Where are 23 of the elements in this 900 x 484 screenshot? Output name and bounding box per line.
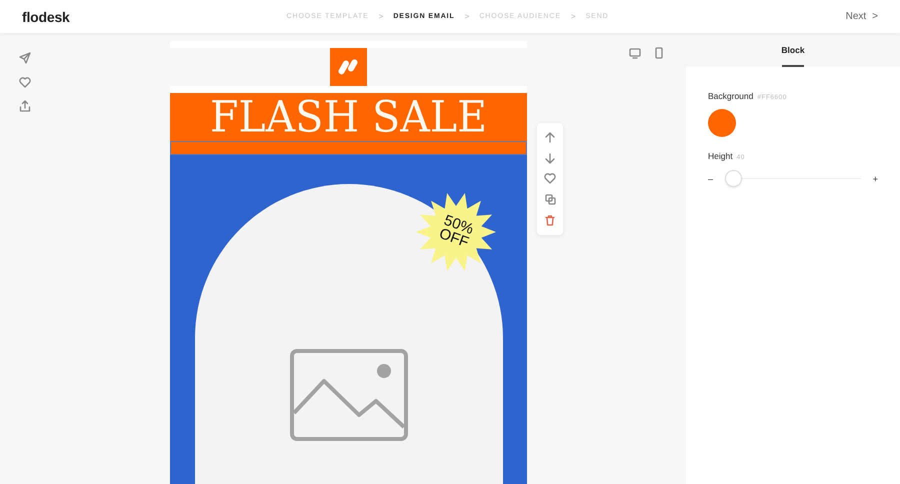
slider-thumb[interactable] xyxy=(725,170,742,187)
block-tab[interactable]: Block xyxy=(782,45,804,67)
image-placeholder-icon xyxy=(290,348,408,441)
arrow-down-icon[interactable] xyxy=(543,151,557,166)
copy-icon[interactable] xyxy=(543,192,557,207)
height-label: Height xyxy=(708,151,733,161)
headline: FLASH SALE xyxy=(210,92,487,143)
heart-icon[interactable] xyxy=(18,75,32,89)
decrease-button[interactable]: – xyxy=(708,174,714,184)
step-separator: > xyxy=(570,12,576,21)
brand-logo: flodesk xyxy=(22,8,70,24)
next-button[interactable]: Next > xyxy=(846,11,878,22)
trash-icon[interactable] xyxy=(543,214,557,228)
send-icon[interactable] xyxy=(18,51,32,65)
step-separator: > xyxy=(378,12,384,21)
color-swatch[interactable] xyxy=(708,109,736,137)
share-icon[interactable] xyxy=(18,99,32,113)
background-label: Background xyxy=(708,91,754,101)
desktop-icon[interactable] xyxy=(628,46,642,60)
step-separator: > xyxy=(464,12,470,21)
arrow-up-icon[interactable] xyxy=(543,130,557,144)
increase-button[interactable]: + xyxy=(872,174,878,184)
heart-icon[interactable] xyxy=(543,172,557,186)
